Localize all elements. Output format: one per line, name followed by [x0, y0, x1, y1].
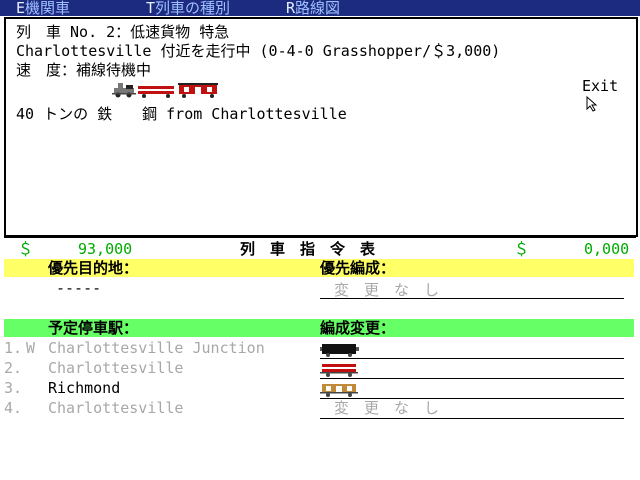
stop-number: 2.	[4, 359, 23, 377]
flat-car-icon	[138, 86, 174, 98]
menu-train-type[interactable]: T列車の種別	[146, 0, 230, 16]
flat-car-icon[interactable]	[320, 361, 360, 377]
priority-destination-value[interactable]: -----	[56, 279, 101, 297]
train-location-line: Charlottesville 付近を走行中 (0-4-0 Grasshoppe…	[16, 42, 501, 60]
stop-number: 4.	[4, 399, 23, 417]
stop-station[interactable]: Charlottesville	[48, 399, 183, 417]
priority-consist-value[interactable]: 変 更 な し	[334, 281, 439, 299]
menu-key: T	[146, 0, 156, 17]
priority-consist-underline	[320, 298, 624, 299]
panel-divider	[4, 236, 636, 238]
money-right-value: 0,000	[584, 240, 630, 258]
stop-station[interactable]: Charlottesville Junction	[48, 339, 265, 357]
consist-no-change[interactable]: 変 更 な し	[334, 399, 439, 417]
stop-number: 3.	[4, 379, 23, 397]
consist-change-label: 編成変更：	[320, 319, 396, 337]
cargo-line: 40 トンの 鉄 鋼 from Charlottesville	[16, 105, 347, 123]
locomotive-icon	[112, 83, 136, 98]
stop-underline	[320, 358, 624, 359]
menu-label: 列車の種別	[155, 0, 231, 17]
exit-button[interactable]: Exit	[582, 77, 618, 95]
stop-underline	[320, 418, 624, 419]
menu-key: R	[286, 0, 296, 17]
goods-car-icon[interactable]	[320, 381, 360, 397]
menu-key: E	[16, 0, 26, 17]
train-consist-image	[112, 83, 218, 98]
train-number-line: 列 車 No. 2：低速貨物 特急	[16, 23, 230, 41]
stop-station[interactable]: Charlottesville	[48, 359, 183, 377]
box-car-icon	[178, 83, 218, 98]
scheduled-stops-label: 予定停車駅：	[48, 319, 139, 337]
stop-number: 1.	[4, 339, 23, 357]
train-speed-line: 速 度：補線待機中	[16, 61, 152, 79]
stop-wait-marker: W	[26, 339, 36, 357]
stop-underline	[320, 378, 624, 379]
mouse-pointer-icon	[586, 96, 598, 112]
menu-label: 機関車	[25, 0, 71, 17]
menu-locomotive[interactable]: E機関車	[16, 0, 70, 16]
coal-car-icon[interactable]	[320, 341, 360, 357]
priority-consist-label: 優先編成：	[320, 259, 396, 277]
money-right-symbol: ＄	[514, 240, 530, 258]
menu-bar: E機関車 T列車の種別 R路線図	[0, 0, 640, 16]
stop-station[interactable]: Richmond	[48, 379, 120, 397]
menu-label: 路線図	[295, 0, 341, 17]
priority-destination-label: 優先目的地：	[48, 259, 139, 277]
money-left-value: 93,000	[78, 240, 133, 258]
money-left-symbol: ＄	[18, 240, 34, 258]
train-info-panel: 列 車 No. 2：低速貨物 特急 Charlottesville 付近を走行中…	[4, 17, 638, 237]
orders-title: 列 車 指 令 表	[240, 240, 376, 258]
menu-route-map[interactable]: R路線図	[286, 0, 340, 16]
